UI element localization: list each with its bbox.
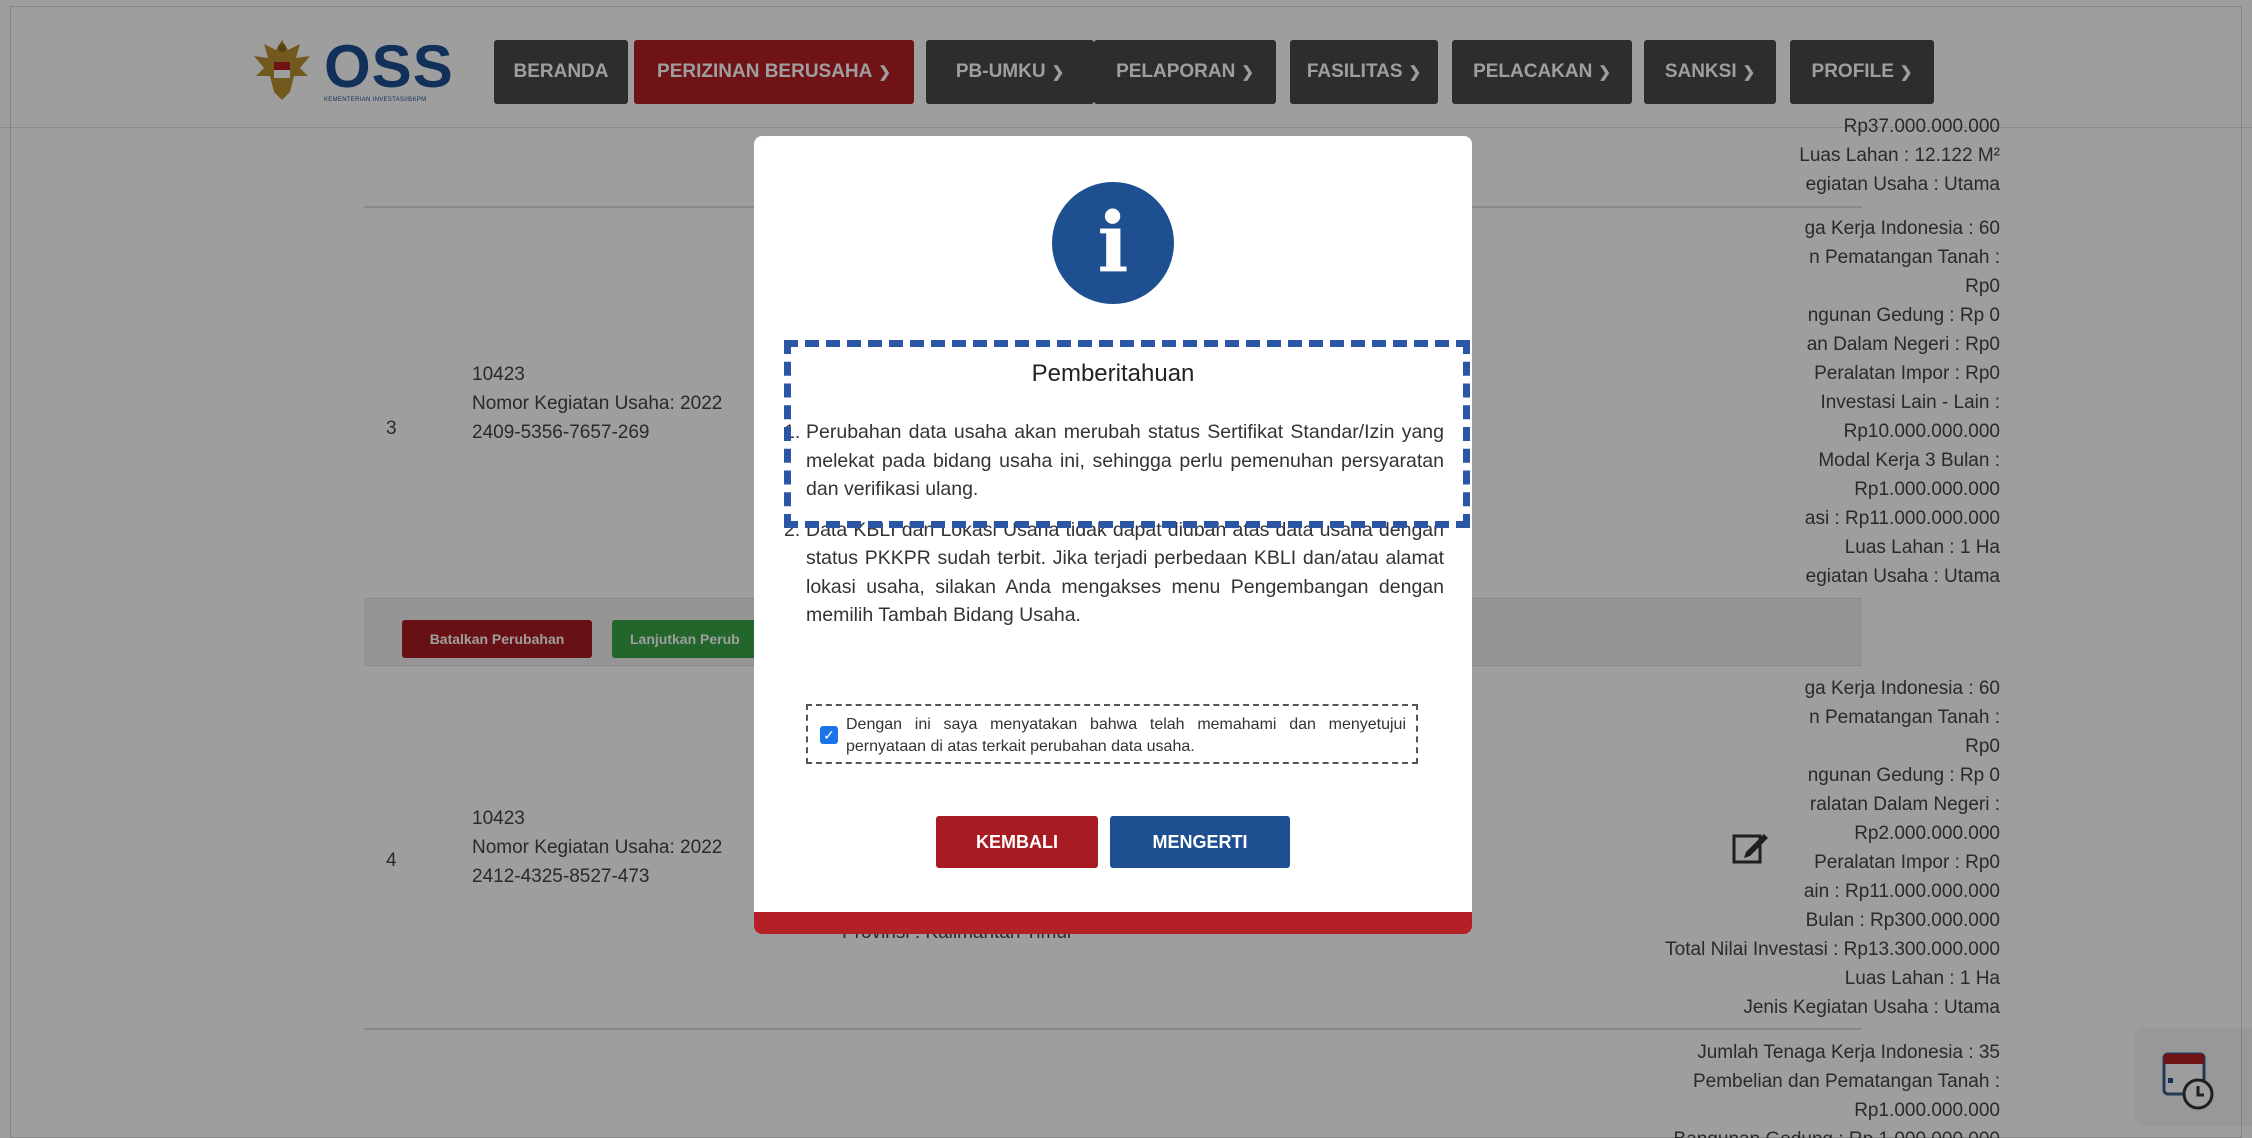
modal-accent-bar	[754, 912, 1472, 934]
notice-number: 2.	[784, 518, 801, 541]
back-button[interactable]: KEMBALI	[936, 816, 1098, 868]
consent-checkbox-row[interactable]: ✓ Dengan ini saya menyatakan bahwa telah…	[806, 704, 1418, 764]
info-icon: i	[1052, 182, 1174, 304]
notice-number: 1.	[784, 421, 801, 443]
understand-button[interactable]: MENGERTI	[1110, 816, 1290, 868]
notice-text: Perubahan data usaha akan merubah status…	[806, 421, 1444, 500]
notice-text: Data KBLI dan Lokasi Usaha tidak dapat d…	[806, 518, 1444, 627]
notice-item: 1. Perubahan data usaha akan merubah sta…	[784, 418, 1444, 504]
notice-item: 2. Data KBLI dan Lokasi Usaha tidak dapa…	[784, 516, 1444, 630]
consent-checkbox[interactable]: ✓	[820, 726, 838, 744]
notice-list: 1. Perubahan data usaha akan merubah sta…	[784, 418, 1444, 642]
notice-modal: i Pemberitahuan 1. Perubahan data usaha …	[754, 136, 1472, 934]
modal-title: Pemberitahuan	[1031, 360, 1195, 387]
consent-label: Dengan ini saya menyatakan bahwa telah m…	[846, 716, 1406, 755]
